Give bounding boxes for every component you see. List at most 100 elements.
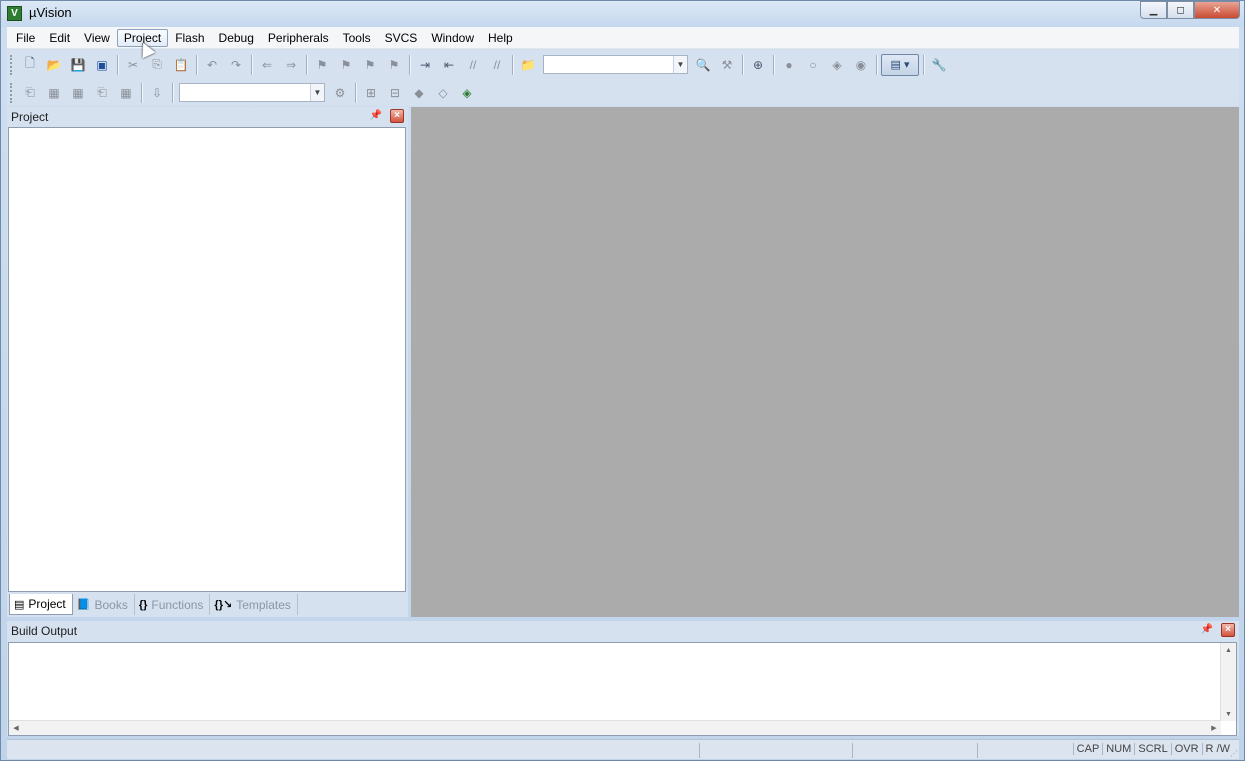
maximize-button[interactable]: ◻	[1167, 1, 1194, 19]
unindent-icon[interactable]: ⇤	[438, 54, 460, 76]
copy-icon[interactable]: ⎘	[146, 54, 168, 76]
scroll-left-icon[interactable]: ◀	[9, 721, 23, 735]
menu-debug[interactable]: Debug	[212, 29, 261, 47]
toolbar-area: 🗋 📂 💾 ▣ ✂ ⎘ 📋 ↶ ↷ ⇐ ⇒ ⚑ ⚑ ⚑ ⚑ ⇥ ⇤ // //	[7, 50, 1239, 106]
previous-bookmark-icon[interactable]: ⚑	[335, 54, 357, 76]
next-bookmark-icon[interactable]: ⚑	[359, 54, 381, 76]
download-load-icon[interactable]: ⇩	[146, 82, 168, 104]
cut-icon[interactable]: ✂	[122, 54, 144, 76]
status-indicators: CAP NUM SCRL OVR R /W	[1072, 743, 1233, 755]
build-output-panel: Build Output 📌 × ▲ ▼ ◀ ▶	[7, 621, 1239, 736]
debug-session-icon[interactable]: ⊕	[747, 54, 769, 76]
breakpoint-icon[interactable]: ●	[778, 54, 800, 76]
scroll-up-icon[interactable]: ▲	[1221, 643, 1236, 657]
clear-bookmarks-icon[interactable]: ⚑	[383, 54, 405, 76]
insert-bookmark-icon[interactable]: ⚑	[311, 54, 333, 76]
menu-peripherals[interactable]: Peripherals	[261, 29, 336, 47]
resize-grip-icon[interactable]: ⋰	[1230, 749, 1238, 758]
tab-templates[interactable]: {}↘ Templates	[210, 594, 298, 615]
pin-icon[interactable]: 📌	[370, 110, 382, 121]
file-extensions-icon[interactable]: ⊞	[360, 82, 382, 104]
stop-build-icon[interactable]: ▦	[115, 82, 137, 104]
find-in-files-icon[interactable]: 📁	[517, 54, 539, 76]
editor-area[interactable]	[411, 107, 1239, 617]
close-icon[interactable]: ×	[1221, 623, 1235, 637]
navigate-back-icon[interactable]: ⇐	[256, 54, 278, 76]
chevron-down-icon[interactable]: ▼	[673, 56, 687, 73]
scroll-right-icon[interactable]: ▶	[1207, 721, 1221, 735]
save-all-icon[interactable]: ▣	[91, 54, 113, 76]
overwrite-indicator: OVR	[1170, 743, 1202, 755]
redo-icon[interactable]: ↷	[225, 54, 247, 76]
navigate-forward-icon[interactable]: ⇒	[280, 54, 302, 76]
pack-installer-icon[interactable]: ◈	[456, 82, 478, 104]
tab-templates-label: Templates	[236, 597, 291, 612]
chevron-down-icon[interactable]: ▼	[310, 84, 324, 101]
project-panel-header[interactable]: Project 📌 ×	[7, 107, 408, 126]
toolbar-separator	[355, 82, 356, 103]
incremental-find-icon[interactable]: ⚒	[716, 54, 738, 76]
build-output-header[interactable]: Build Output 📌 ×	[7, 621, 1239, 640]
translate-icon[interactable]: ⎗	[19, 82, 41, 104]
menu-svcs[interactable]: SVCS	[378, 29, 425, 47]
uvision-app-icon: V	[7, 6, 22, 21]
menu-help[interactable]: Help	[481, 29, 520, 47]
disable-all-breakpoints-icon[interactable]: ◈	[826, 54, 848, 76]
window-controls: ▁ ◻ ✕	[1140, 1, 1240, 19]
toolbar-grip[interactable]	[10, 82, 14, 103]
menu-bar: File Edit View Project Flash Debug Perip…	[7, 27, 1239, 49]
status-separator	[852, 743, 853, 758]
close-icon[interactable]: ×	[390, 109, 404, 123]
title-bar[interactable]: V µVision ▁ ◻ ✕	[1, 1, 1244, 27]
paste-icon[interactable]: 📋	[170, 54, 192, 76]
toolbar-grip[interactable]	[10, 54, 14, 75]
tab-books[interactable]: 📘 Books	[73, 594, 135, 615]
target-combobox[interactable]: ▼	[179, 83, 325, 102]
toolbar-separator	[409, 54, 410, 75]
configure-wrench-icon[interactable]: 🔧	[928, 54, 950, 76]
tab-functions[interactable]: {} Functions	[135, 594, 211, 615]
pin-icon[interactable]: 📌	[1201, 624, 1213, 635]
rebuild-icon[interactable]: ▦	[67, 82, 89, 104]
batch-build-icon[interactable]: ⎗	[91, 82, 113, 104]
comment-icon[interactable]: //	[462, 54, 484, 76]
project-icon: ▤	[14, 598, 25, 611]
indent-icon[interactable]: ⇥	[414, 54, 436, 76]
build-icon[interactable]: ▦	[43, 82, 65, 104]
menu-flash[interactable]: Flash	[168, 29, 211, 47]
minimize-button[interactable]: ▁	[1140, 1, 1167, 19]
status-separator	[699, 743, 700, 758]
build-toolbar: ⎗ ▦ ▦ ⎗ ▦ ⇩ ▼ ⚙ ⊞ ⊟ ◆ ◇ ◈	[7, 79, 479, 106]
save-icon[interactable]: 💾	[67, 54, 89, 76]
toolbar-separator	[141, 82, 142, 103]
undo-icon[interactable]: ↶	[201, 54, 223, 76]
menu-file[interactable]: File	[9, 29, 42, 47]
kill-all-breakpoints-icon[interactable]: ◉	[850, 54, 872, 76]
menu-tools[interactable]: Tools	[336, 29, 378, 47]
close-button[interactable]: ✕	[1194, 1, 1240, 19]
menu-window[interactable]: Window	[424, 29, 481, 47]
status-bar: CAP NUM SCRL OVR R /W ⋰	[7, 739, 1239, 759]
manage-project-items-icon[interactable]: ⊟	[384, 82, 406, 104]
manage-run-time-environment-icon[interactable]: ◆	[408, 82, 430, 104]
target-options-icon[interactable]: ⚙	[329, 82, 351, 104]
uncomment-icon[interactable]: //	[486, 54, 508, 76]
horizontal-scrollbar[interactable]: ◀ ▶	[9, 720, 1221, 735]
toolbar-separator	[196, 54, 197, 75]
project-tree[interactable]	[8, 127, 406, 592]
vertical-scrollbar[interactable]: ▲ ▼	[1220, 643, 1236, 721]
toolbar-separator	[876, 54, 877, 75]
scroll-down-icon[interactable]: ▼	[1221, 707, 1236, 721]
status-separator	[977, 743, 978, 758]
build-output-text[interactable]: ▲ ▼ ◀ ▶	[8, 642, 1237, 736]
tab-project[interactable]: ▤ Project	[9, 594, 73, 615]
new-file-icon[interactable]: 🗋	[19, 54, 41, 76]
find-icon[interactable]: 🔍	[692, 54, 714, 76]
menu-edit[interactable]: Edit	[42, 29, 77, 47]
select-software-packs-icon[interactable]: ◇	[432, 82, 454, 104]
window-layout-icon[interactable]: ▤ ▾	[881, 53, 919, 76]
disable-breakpoint-icon[interactable]: ○	[802, 54, 824, 76]
menu-view[interactable]: View	[77, 29, 117, 47]
open-file-icon[interactable]: 📂	[43, 54, 65, 76]
find-combobox[interactable]: ▼	[543, 55, 688, 74]
